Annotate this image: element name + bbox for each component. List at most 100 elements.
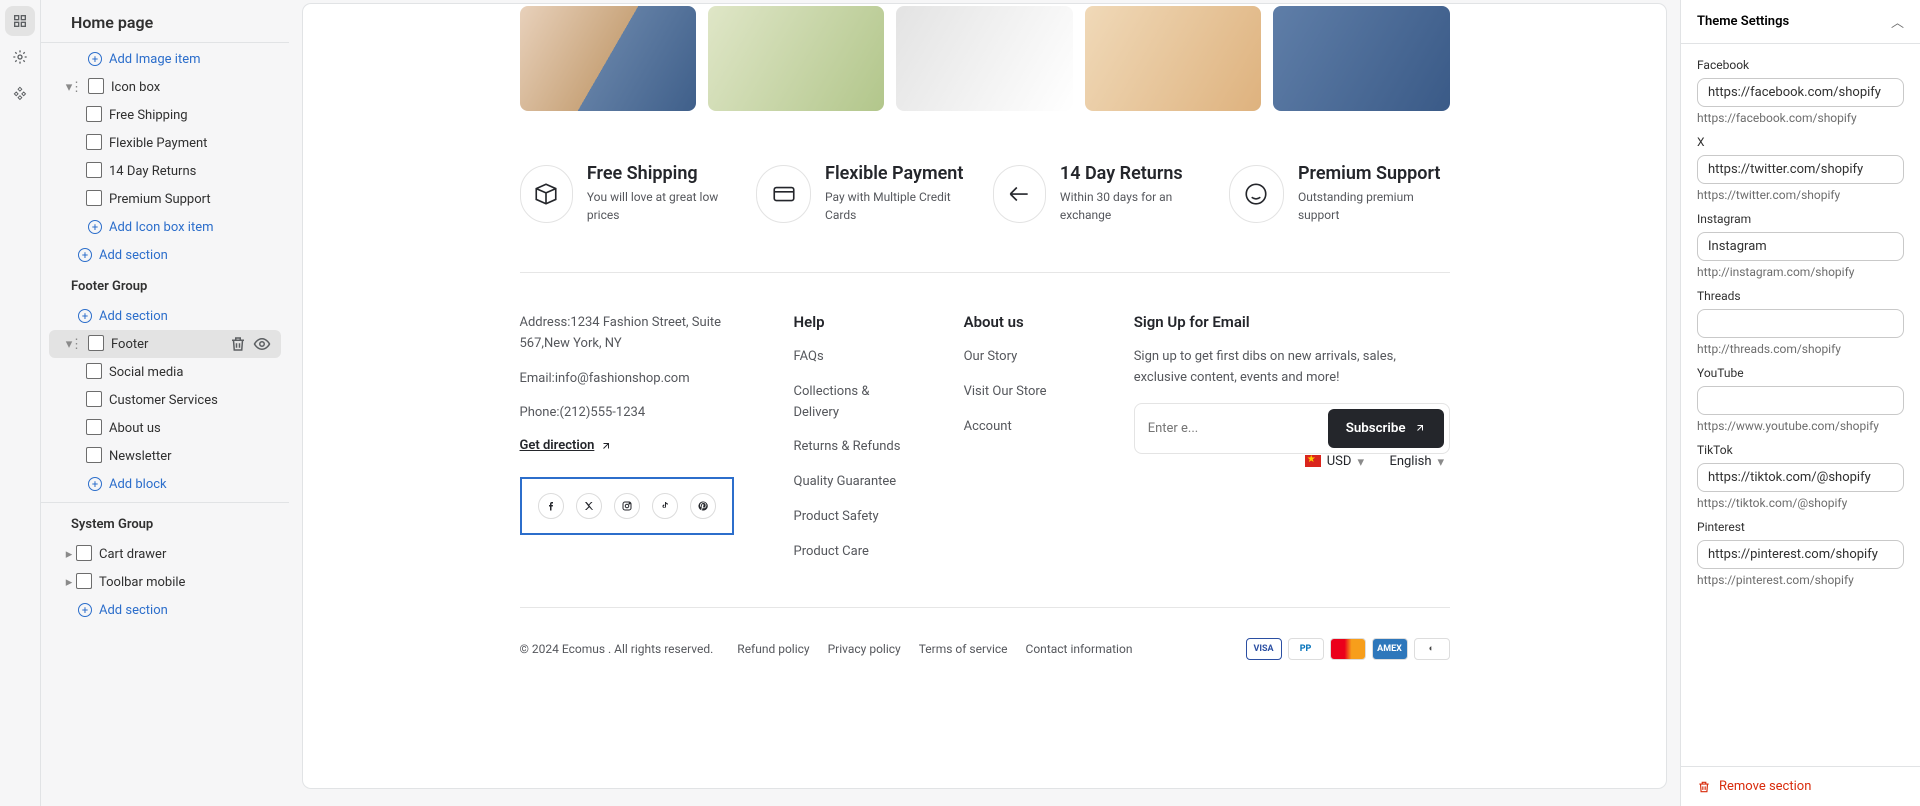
chevron-down-icon: ▾ xyxy=(1357,455,1369,467)
facebook-icon[interactable] xyxy=(538,493,564,519)
block-icon xyxy=(87,107,103,123)
currency-selector[interactable]: USD▾ xyxy=(1305,454,1370,469)
pin-input[interactable] xyxy=(1697,540,1904,569)
visa-icon: VISA xyxy=(1246,638,1282,660)
tree-icon-box-child[interactable]: Flexible Payment xyxy=(49,129,281,157)
field-label-tt: TikTok xyxy=(1697,443,1904,457)
tree-footer-child[interactable]: About us xyxy=(49,414,281,442)
footer-link[interactable]: Quality Guarantee xyxy=(794,472,904,493)
footer-link[interactable]: Collections & Delivery xyxy=(794,382,904,424)
field-label-x: X xyxy=(1697,135,1904,149)
add-section-footer[interactable]: Add section xyxy=(49,302,281,330)
rail-sections-icon[interactable] xyxy=(5,6,35,36)
x-twitter-icon[interactable] xyxy=(576,493,602,519)
x-input[interactable] xyxy=(1697,155,1904,184)
footer-help-col: Help FAQs Collections & Delivery Returns… xyxy=(794,313,904,577)
language-selector[interactable]: English▾ xyxy=(1389,454,1449,469)
tree-toolbar-mobile[interactable]: ▸Toolbar mobile xyxy=(49,568,281,596)
block-icon xyxy=(87,191,103,207)
trash-icon xyxy=(1697,780,1711,794)
footer-link[interactable]: Account xyxy=(964,417,1074,438)
footer-link[interactable]: Returns & Refunds xyxy=(794,437,904,458)
chevron-right-icon: ▸ xyxy=(61,574,77,590)
chevron-right-icon: ▸ xyxy=(61,546,77,562)
tree-footer-child[interactable]: Social media xyxy=(49,358,281,386)
package-icon xyxy=(520,165,573,223)
return-icon xyxy=(993,165,1046,223)
copyright: © 2024 Ecomus . All rights reserved. xyxy=(520,642,714,656)
add-section[interactable]: Add section xyxy=(49,241,281,269)
instagram-icon[interactable] xyxy=(614,493,640,519)
remove-section-button[interactable]: Remove section xyxy=(1697,779,1904,794)
field-label-ig: Instagram xyxy=(1697,212,1904,226)
footer-group-header: Footer Group xyxy=(41,269,289,302)
icon-box-title: Free Shipping xyxy=(587,163,740,184)
system-group-header: System Group xyxy=(41,507,289,540)
footer-link[interactable]: Product Care xyxy=(794,542,904,563)
footer-col-title: About us xyxy=(964,313,1074,331)
external-link-icon xyxy=(600,440,612,452)
add-section-system[interactable]: Add section xyxy=(49,596,281,624)
chevron-down-icon: ▾ xyxy=(1438,455,1450,467)
image-gallery xyxy=(520,6,1450,111)
footer-link[interactable]: Product Safety xyxy=(794,507,904,528)
section-icon xyxy=(77,546,93,562)
pinterest-icon[interactable] xyxy=(690,493,716,519)
tree-icon-box-child[interactable]: Free Shipping xyxy=(49,101,281,129)
footer-col-title: Help xyxy=(794,313,904,331)
social-media-block[interactable] xyxy=(520,477,734,535)
footer-newsletter-col: Sign Up for Email Sign up to get first d… xyxy=(1134,313,1450,577)
section-icon xyxy=(89,79,105,95)
rail-apps-icon[interactable] xyxy=(5,78,35,108)
block-icon xyxy=(87,392,103,408)
policy-link[interactable]: Terms of service xyxy=(919,642,1008,656)
footer-link[interactable]: Visit Our Store xyxy=(964,382,1074,403)
gallery-image xyxy=(1273,6,1449,111)
settings-panel-title: Theme Settings xyxy=(1697,14,1789,29)
policy-link[interactable]: Contact information xyxy=(1026,642,1133,656)
fb-input[interactable] xyxy=(1697,78,1904,107)
get-direction-link[interactable]: Get direction xyxy=(520,438,613,453)
add-icon-box-item[interactable]: Add Icon box item xyxy=(49,213,281,241)
chevron-up-icon[interactable]: ︿ xyxy=(1891,12,1904,31)
tree-footer[interactable]: ▾ ⋮⋮ Footer xyxy=(49,330,281,358)
field-label-pin: Pinterest xyxy=(1697,520,1904,534)
footer-link[interactable]: FAQs xyxy=(794,347,904,368)
icon-box-desc: You will love at great low prices xyxy=(587,188,740,224)
ig-input[interactable] xyxy=(1697,232,1904,261)
card-icon xyxy=(756,165,811,223)
policy-link[interactable]: Privacy policy xyxy=(828,642,901,656)
tree-icon-box-child[interactable]: 14 Day Returns xyxy=(49,157,281,185)
add-image-item[interactable]: Add Image item xyxy=(49,45,281,73)
add-block[interactable]: Add block xyxy=(49,470,281,498)
email-input[interactable] xyxy=(1140,411,1322,446)
address-line: Address:1234 Fashion Street, Suite 567,N… xyxy=(520,313,734,355)
tree-icon-box-child[interactable]: Premium Support xyxy=(49,185,281,213)
icon-box-item: Free Shipping You will love at great low … xyxy=(520,163,741,224)
icon-box-title: Premium Support xyxy=(1298,163,1450,184)
tree-icon-box[interactable]: ▾ ⋮⋮ Icon box xyxy=(49,73,281,101)
preview-canvas[interactable]: Free Shipping You will love at great low … xyxy=(303,4,1666,788)
delete-icon[interactable] xyxy=(229,335,247,353)
policy-link[interactable]: Refund policy xyxy=(737,642,809,656)
tree-footer-child[interactable]: Customer Services xyxy=(49,386,281,414)
rail-settings-icon[interactable] xyxy=(5,42,35,72)
tree-cart-drawer[interactable]: ▸Cart drawer xyxy=(49,540,281,568)
field-hint: https://www.youtube.com/shopify xyxy=(1697,419,1904,433)
tiktok-icon[interactable] xyxy=(652,493,678,519)
field-hint: http://threads.com/shopify xyxy=(1697,342,1904,356)
section-icon xyxy=(89,336,105,352)
block-icon xyxy=(87,364,103,380)
block-icon xyxy=(87,420,103,436)
icon-box-desc: Outstanding premium support xyxy=(1298,188,1450,224)
tt-input[interactable] xyxy=(1697,463,1904,492)
th-input[interactable] xyxy=(1697,309,1904,338)
subscribe-button[interactable]: Subscribe xyxy=(1328,409,1444,448)
footer-link[interactable]: Our Story xyxy=(964,347,1074,368)
field-hint: http://instagram.com/shopify xyxy=(1697,265,1904,279)
arrow-icon xyxy=(1414,422,1426,434)
tree-footer-child[interactable]: Newsletter xyxy=(49,442,281,470)
field-hint: https://twitter.com/shopify xyxy=(1697,188,1904,202)
visibility-icon[interactable] xyxy=(253,335,271,353)
yt-input[interactable] xyxy=(1697,386,1904,415)
